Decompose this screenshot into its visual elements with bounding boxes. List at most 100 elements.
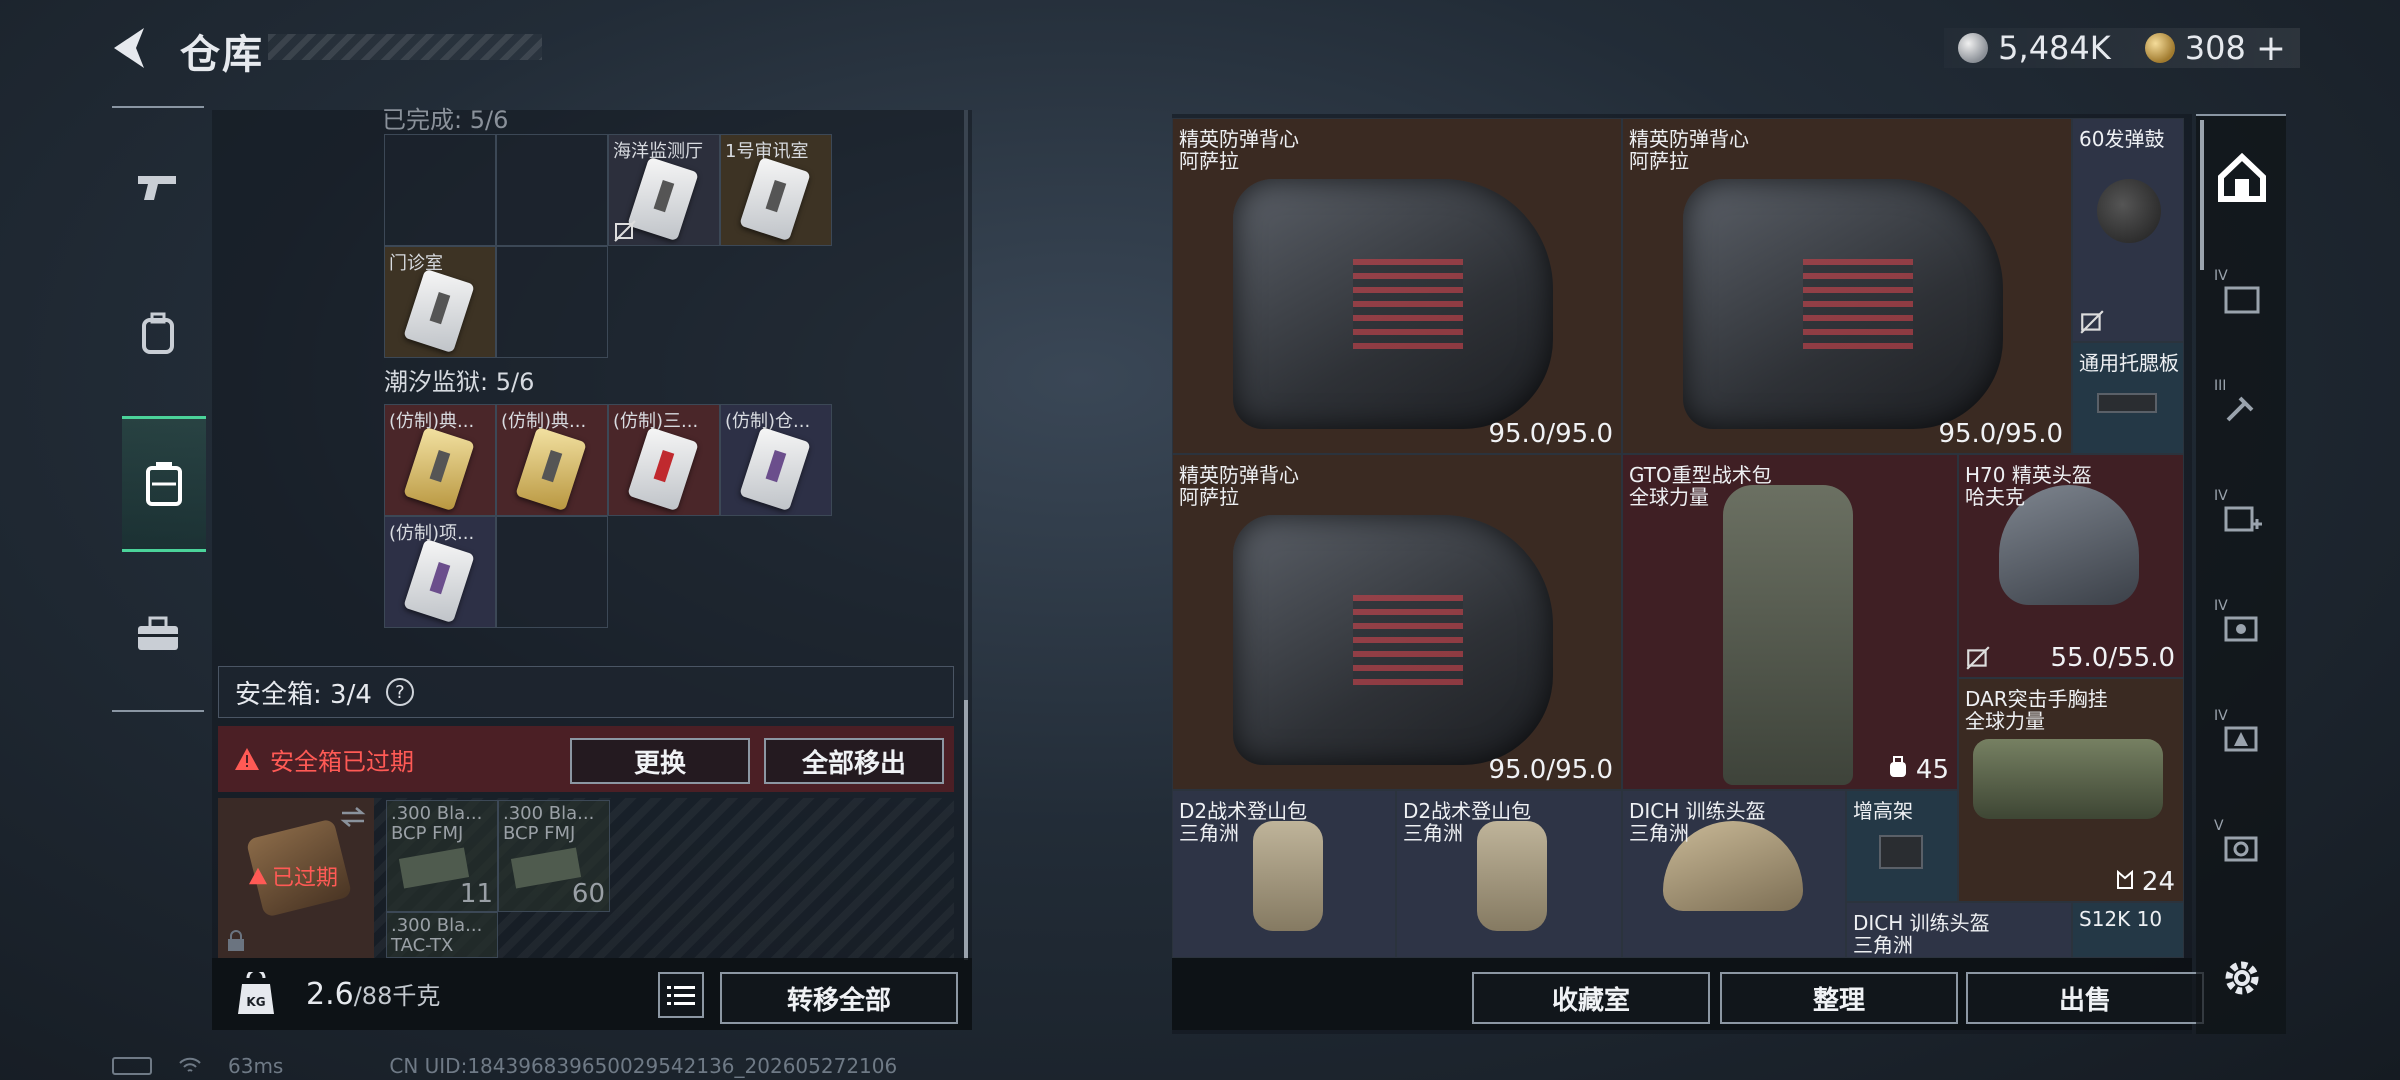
empty-slot[interactable] xyxy=(384,134,496,246)
item-climbing-backpack[interactable]: D2战术登山包 三角洲 xyxy=(1172,790,1396,958)
item-elite-helmet[interactable]: H70 精英头盔 哈夫克 55.0/55.0 xyxy=(1958,454,2184,678)
item-drum-magazine[interactable]: 60发弹鼓 xyxy=(2072,118,2184,342)
filter-tier-4-medical[interactable]: IV xyxy=(2214,488,2270,546)
ammo-name: .300 Bla... xyxy=(391,803,483,824)
filter-tier-4-misc[interactable]: IV xyxy=(2214,708,2270,766)
ammo-count: 11 xyxy=(459,879,493,909)
item-chest-rig[interactable]: DAR突击手胸挂 全球力量 24 xyxy=(1958,678,2184,902)
item-training-helmet[interactable]: DICH 训练头盔 三角洲 xyxy=(1846,902,2072,958)
category-rail xyxy=(112,106,206,712)
ammo-count: 60 xyxy=(571,879,605,909)
inventory-scrollbar[interactable] xyxy=(2200,120,2204,270)
remove-all-button[interactable]: 全部移出 xyxy=(764,738,944,784)
backpack-image xyxy=(1723,485,1853,785)
keycard-ocean-monitoring[interactable]: 海洋监测厅 xyxy=(608,134,720,246)
weight-icon: KG xyxy=(226,964,286,1024)
vest-image xyxy=(1233,179,1553,429)
capacity-value: 45 xyxy=(1915,755,1949,785)
ammo-item[interactable]: .300 Bla... BCP FMJ 11 xyxy=(386,800,498,912)
sell-button[interactable]: 出售 xyxy=(1966,972,2204,1024)
filter-tier-5-valuables[interactable]: V xyxy=(2214,818,2270,876)
weight-capacity: /88千克 xyxy=(353,982,441,1010)
tier-label: V xyxy=(2214,818,2224,834)
rail-weapons[interactable] xyxy=(122,152,194,224)
stash-scrollbar-thumb[interactable] xyxy=(964,700,968,960)
gear-icon xyxy=(2225,961,2259,995)
vest-image xyxy=(1233,515,1553,765)
gold-amount: 308 xyxy=(2184,29,2246,67)
item-shotgun[interactable]: S12K 10 xyxy=(2072,902,2184,958)
keycard-icon xyxy=(739,426,811,512)
empty-slot[interactable] xyxy=(496,246,608,358)
swap-icon[interactable] xyxy=(340,806,366,828)
item-brand: 全球力量 xyxy=(1629,485,1709,509)
item-training-helmet[interactable]: DICH 训练头盔 三角洲 xyxy=(1622,790,1846,958)
rail-containers[interactable] xyxy=(122,416,206,552)
rail-equipment[interactable] xyxy=(122,298,194,370)
keycard-interrogation-room[interactable]: 1号审讯室 xyxy=(720,134,832,246)
keycard-prison-2[interactable]: (仿制)典... xyxy=(496,404,608,516)
help-icon[interactable]: ? xyxy=(385,678,414,706)
item-tactical-backpack[interactable]: GTO重型战术包 全球力量 45 xyxy=(1622,454,1958,790)
item-armor-vest[interactable]: 精英防弹背心 阿萨拉 95.0/95.0 xyxy=(1172,454,1622,790)
item-name: S12K 10 xyxy=(2079,907,2163,931)
collection-button[interactable]: 收藏室 xyxy=(1472,972,1710,1024)
keycard-icon xyxy=(403,426,475,512)
filter-tier-4-electronics[interactable]: IV xyxy=(2214,598,2270,656)
backpack-capacity-icon xyxy=(1889,756,1906,777)
list-view-button[interactable] xyxy=(658,972,704,1018)
back-button[interactable] xyxy=(108,24,156,72)
stash-home-icon xyxy=(2218,153,2266,202)
item-durability: 95.0/95.0 xyxy=(1938,419,2063,449)
empty-slot[interactable] xyxy=(496,134,608,246)
item-name: 增高架 xyxy=(1853,799,1913,823)
keycard-prison-5[interactable]: (仿制)项... xyxy=(384,516,496,628)
silver-amount: 5,484K xyxy=(1998,29,2111,67)
add-currency-button[interactable]: + xyxy=(2256,28,2286,69)
filter-all[interactable] xyxy=(2214,150,2270,206)
item-armor-vest[interactable]: 精英防弹背心 阿萨拉 95.0/95.0 xyxy=(1172,118,1622,454)
medical-icon xyxy=(2224,506,2262,532)
case-expired-badge: 已过期 xyxy=(248,860,338,892)
rig-capacity-icon xyxy=(2116,869,2133,889)
transfer-all-button[interactable]: 转移全部 xyxy=(720,972,958,1024)
battery-icon xyxy=(112,1057,152,1075)
riser-image xyxy=(1879,835,1923,869)
keycard-clinic[interactable]: 门诊室 xyxy=(384,246,496,358)
current-weight: 2.6 xyxy=(306,977,354,1012)
gold-coin-icon xyxy=(2144,33,2175,63)
safe-box-label: 安全箱: 3/4 xyxy=(235,679,372,710)
safe-box-header: 安全箱: 3/4 ? xyxy=(218,666,954,718)
ammo-type: BCP FMJ xyxy=(391,823,464,844)
ammo-type: BCP FMJ xyxy=(503,823,576,844)
filter-tier-4-container[interactable]: IV xyxy=(2214,268,2270,326)
keycard-prison-1[interactable]: (仿制)典... xyxy=(384,404,496,516)
partial-section-label: 已完成: 5/6 xyxy=(382,106,509,134)
capacity-value: 24 xyxy=(2141,867,2175,897)
ammo-box-image xyxy=(398,847,470,889)
keycard-icon xyxy=(739,156,811,242)
drum-image xyxy=(2097,179,2161,243)
item-brand: 全球力量 xyxy=(1965,709,2045,733)
item-climbing-backpack[interactable]: D2战术登山包 三角洲 xyxy=(1396,790,1622,958)
rail-tools[interactable] xyxy=(122,598,194,670)
safe-case-slot[interactable]: 已过期 xyxy=(218,798,374,958)
replace-button[interactable]: 更换 xyxy=(570,738,750,784)
keycard-icon xyxy=(403,268,475,354)
ammo-item[interactable]: .300 Bla... TAC-TX xyxy=(386,912,498,958)
filter-tier-3-tools[interactable]: III xyxy=(2214,378,2270,436)
item-brand: 三角洲 xyxy=(1853,933,1913,957)
chest-rig-image xyxy=(1973,739,2163,819)
weight-readout: 2.6/88千克 xyxy=(306,976,440,1012)
organize-button[interactable]: 整理 xyxy=(1720,972,1958,1024)
ammo-item[interactable]: .300 Bla... BCP FMJ 60 xyxy=(498,800,610,912)
valuables-icon xyxy=(2224,836,2258,862)
item-cheek-rest[interactable]: 通用托腮板 xyxy=(2072,342,2184,454)
keycard-prison-3[interactable]: (仿制)三... xyxy=(608,404,720,516)
keycard-prison-4[interactable]: (仿制)仓... xyxy=(720,404,832,516)
settings-button[interactable] xyxy=(2214,950,2270,1006)
back-arrow-icon xyxy=(114,28,144,68)
item-armor-vest[interactable]: 精英防弹背心 阿萨拉 95.0/95.0 xyxy=(1622,118,2072,454)
item-riser-mount[interactable]: 增高架 xyxy=(1846,790,1958,902)
empty-slot[interactable] xyxy=(496,516,608,628)
